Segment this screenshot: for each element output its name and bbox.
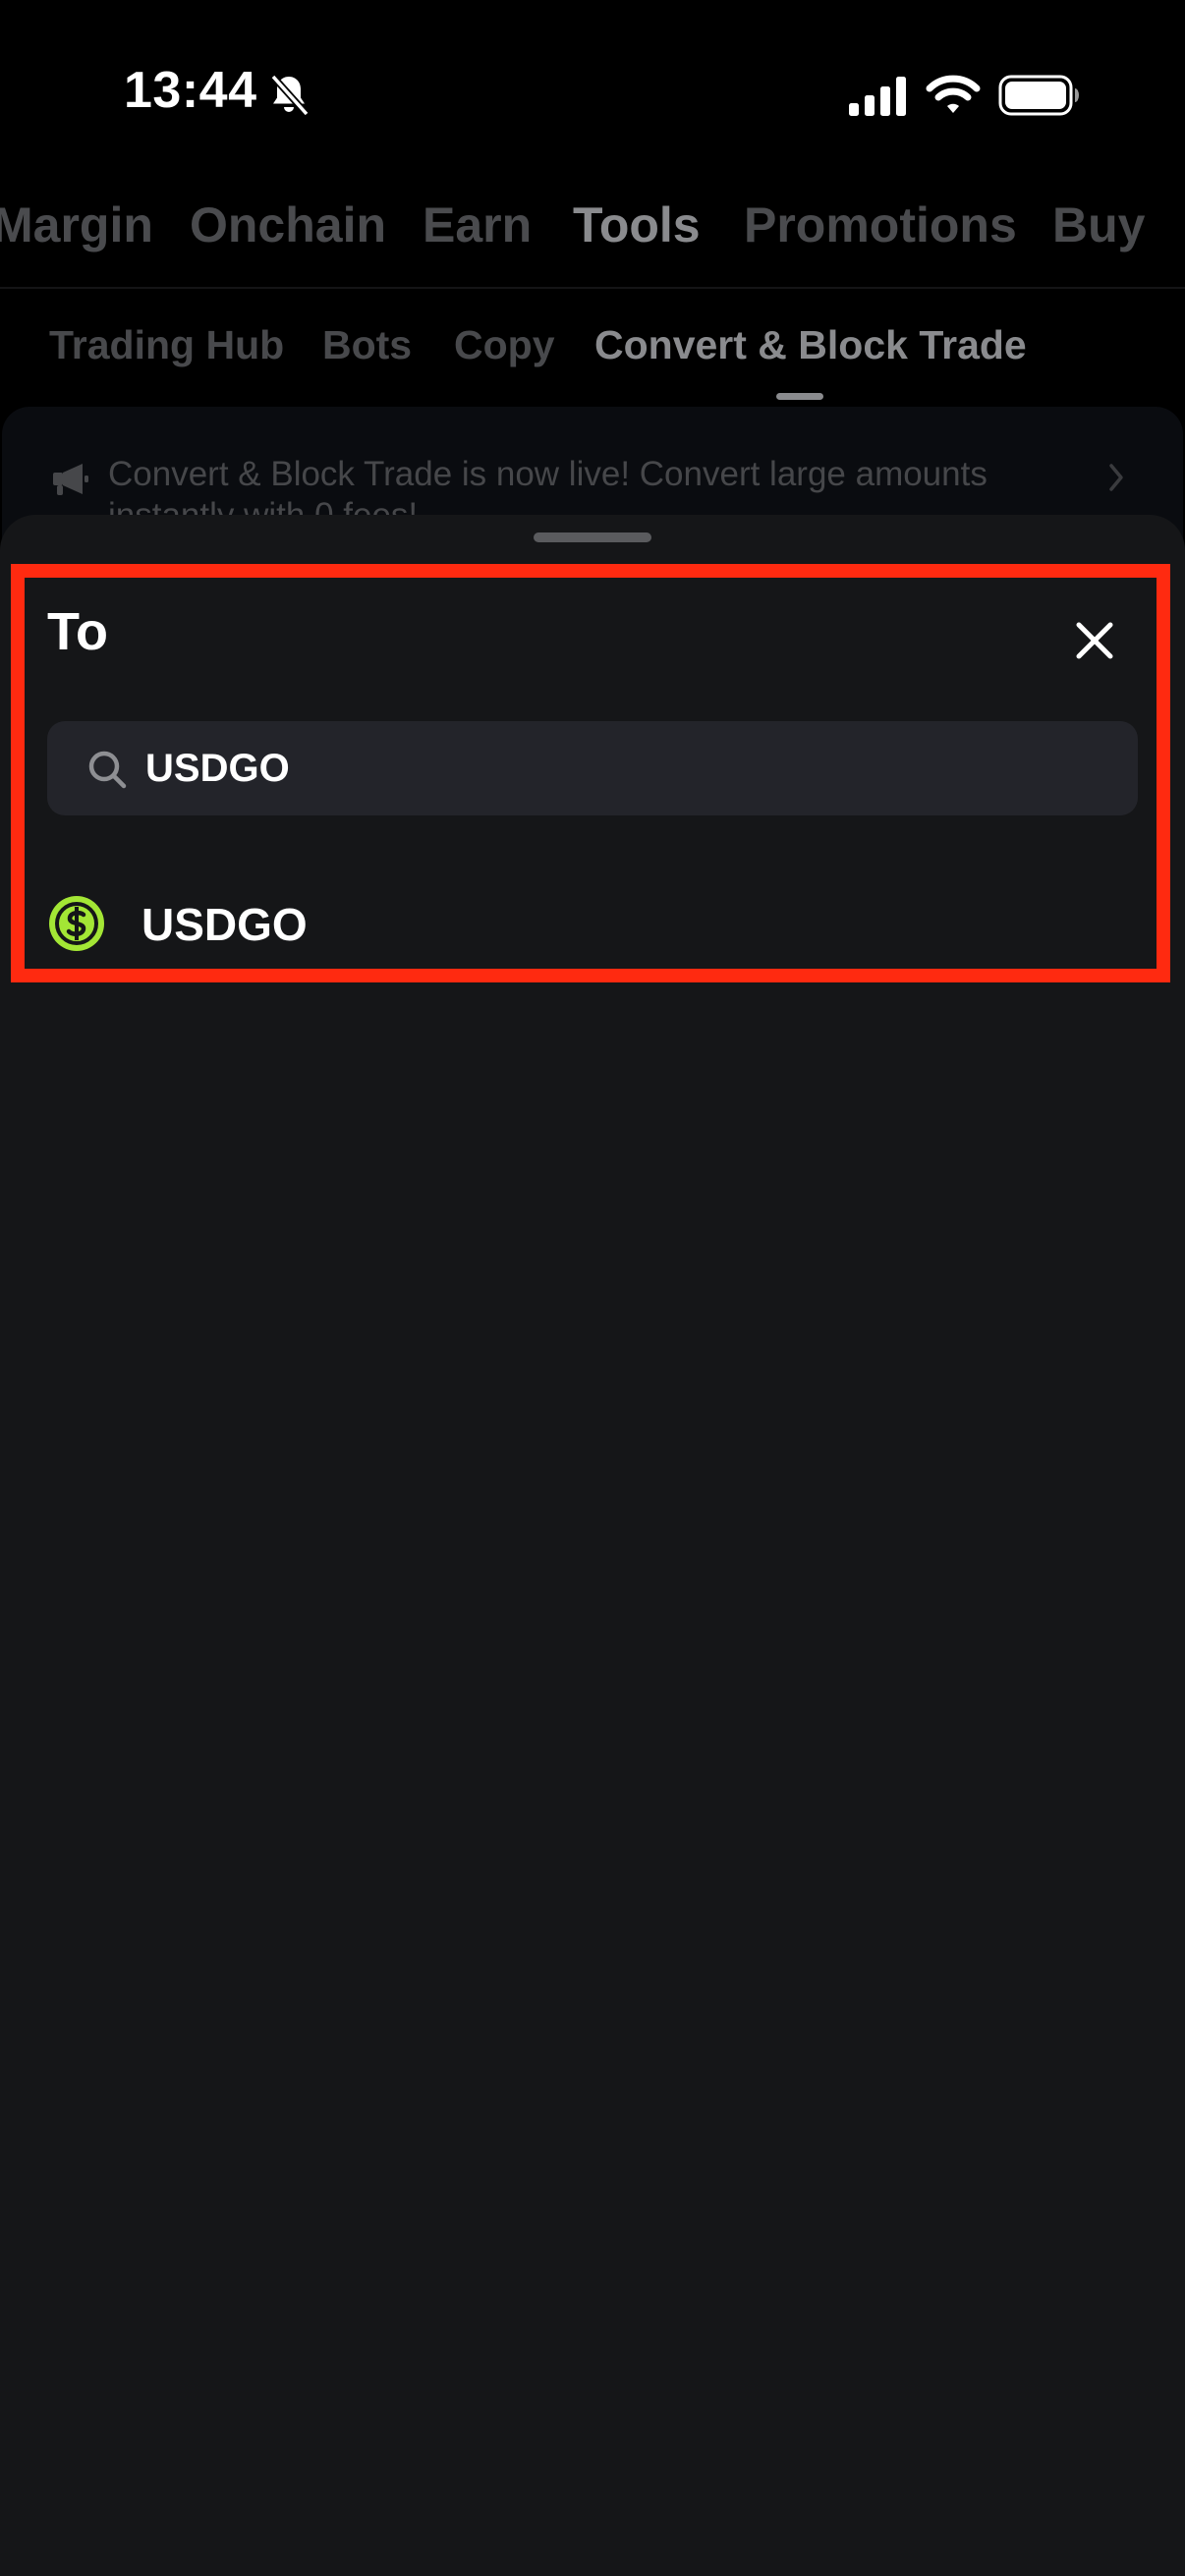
- sheet-title: To: [47, 602, 108, 661]
- tab-promotions[interactable]: Promotions: [744, 196, 1017, 253]
- tab-earn[interactable]: Earn: [423, 196, 532, 253]
- list-item-usdgo[interactable]: USDGO: [29, 865, 1156, 982]
- active-subtab-indicator: [776, 393, 823, 400]
- wifi-icon: [926, 75, 981, 113]
- battery-icon: [998, 75, 1079, 116]
- tab-margin[interactable]: Margin: [0, 196, 153, 253]
- divider: [0, 287, 1185, 289]
- chevron-right-icon: [1109, 464, 1123, 491]
- subtab-copy[interactable]: Copy: [454, 322, 555, 368]
- search-box[interactable]: [47, 721, 1138, 815]
- sub-tabs: Trading Hub Bots Copy Convert & Block Tr…: [0, 291, 1185, 400]
- bell-slash-icon: [270, 74, 310, 117]
- subtab-bots[interactable]: Bots: [322, 322, 412, 368]
- subtab-convert-block-trade[interactable]: Convert & Block Trade: [594, 322, 1027, 368]
- status-bar: 13:44: [0, 0, 1185, 167]
- close-icon: [1076, 622, 1113, 659]
- search-input[interactable]: [145, 721, 1108, 815]
- tab-buy[interactable]: Buy: [1052, 196, 1145, 253]
- usdgo-coin-icon: [49, 896, 104, 951]
- tab-tools[interactable]: Tools: [573, 196, 701, 253]
- cellular-signal-icon: [849, 77, 906, 116]
- status-time: 13:44: [124, 62, 257, 119]
- tab-onchain[interactable]: Onchain: [190, 196, 386, 253]
- megaphone-icon: [53, 464, 88, 495]
- token-select-sheet: To USDGO: [0, 515, 1185, 2576]
- subtab-trading-hub[interactable]: Trading Hub: [49, 322, 284, 368]
- coin-symbol: USDGO: [141, 899, 308, 950]
- sheet-drag-handle[interactable]: [534, 532, 651, 542]
- close-button[interactable]: [1059, 605, 1130, 676]
- search-icon: [88, 751, 127, 789]
- top-tabs: Margin Onchain Earn Tools Promotions Buy: [0, 177, 1185, 285]
